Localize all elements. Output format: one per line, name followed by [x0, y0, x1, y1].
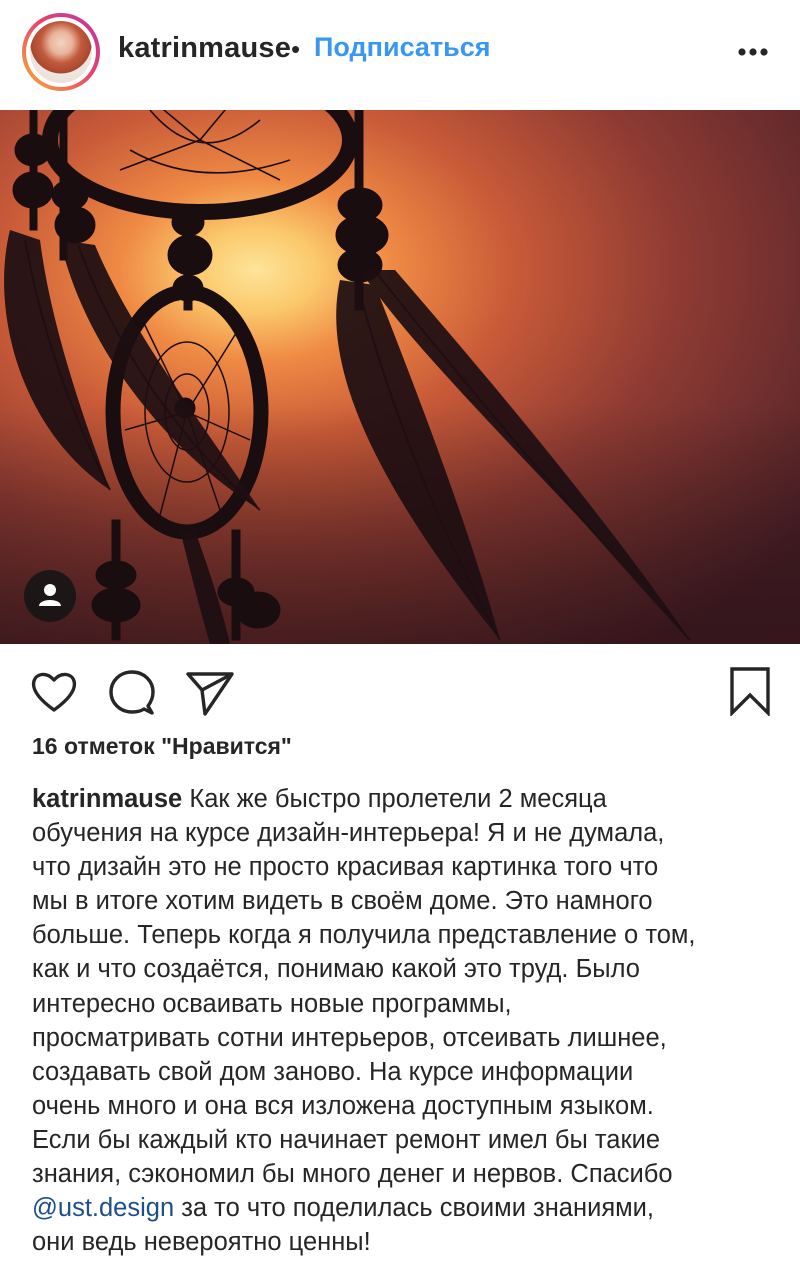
header-separator: •: [291, 34, 301, 64]
avatar[interactable]: [22, 13, 100, 91]
caption-line: как и что создаётся, понимаю какой это т…: [32, 955, 640, 984]
bookmark-icon[interactable]: [728, 666, 772, 721]
post-author-username[interactable]: katrinmause: [118, 32, 291, 65]
caption-line: katrinmause Как же быстро пролетели 2 ме…: [32, 782, 772, 816]
caption-line: создавать свой дом заново. На курсе инфо…: [32, 1057, 634, 1086]
caption-text: Как же быстро пролетели 2 месяца: [182, 785, 607, 813]
post-action-bar: [0, 644, 800, 730]
caption-text: за то что поделилась своими знаниями,: [174, 1194, 654, 1223]
caption-line: что дизайн это не просто красивая картин…: [32, 853, 659, 882]
post-header: katrinmause • Подписаться: [0, 0, 800, 110]
caption-line: просматривать сотни интерьеров, отсеиват…: [32, 1023, 667, 1052]
caption-line: больше. Теперь когда я получила представ…: [32, 921, 696, 950]
post-caption: katrinmause Как же быстро пролетели 2 ме…: [32, 782, 772, 1259]
heart-icon[interactable]: [30, 670, 78, 719]
likes-count[interactable]: 16 отметок "Нравится": [32, 733, 292, 760]
comment-icon[interactable]: [108, 668, 156, 721]
caption-line: Если бы каждый кто начинает ремонт имел …: [32, 1125, 661, 1154]
caption-line: мы в итоге хотим видеть в своём доме. Эт…: [32, 887, 653, 916]
follow-button[interactable]: Подписаться: [314, 32, 491, 63]
caption-line: очень много и она вся изложена доступным…: [32, 1091, 654, 1120]
user-tag-icon[interactable]: [24, 570, 76, 622]
caption-mention-link[interactable]: @ust.design: [32, 1194, 174, 1222]
caption-line: @ust.design за то что поделилась своими …: [32, 1191, 772, 1225]
caption-line: интересно осваивать новые программы,: [32, 989, 512, 1018]
more-horizontal-icon[interactable]: [736, 38, 770, 66]
caption-author-username[interactable]: katrinmause: [32, 785, 182, 813]
caption-line: знания, сэкономил бы много денег и нерво…: [32, 1160, 673, 1189]
paper-plane-icon[interactable]: [185, 670, 235, 721]
avatar-photo: [30, 21, 92, 83]
post-photo[interactable]: [0, 110, 800, 644]
caption-line: они ведь невероятно ценны!: [32, 1228, 371, 1257]
caption-line: обучения на курсе дизайн-интерьера! Я и …: [32, 819, 665, 848]
